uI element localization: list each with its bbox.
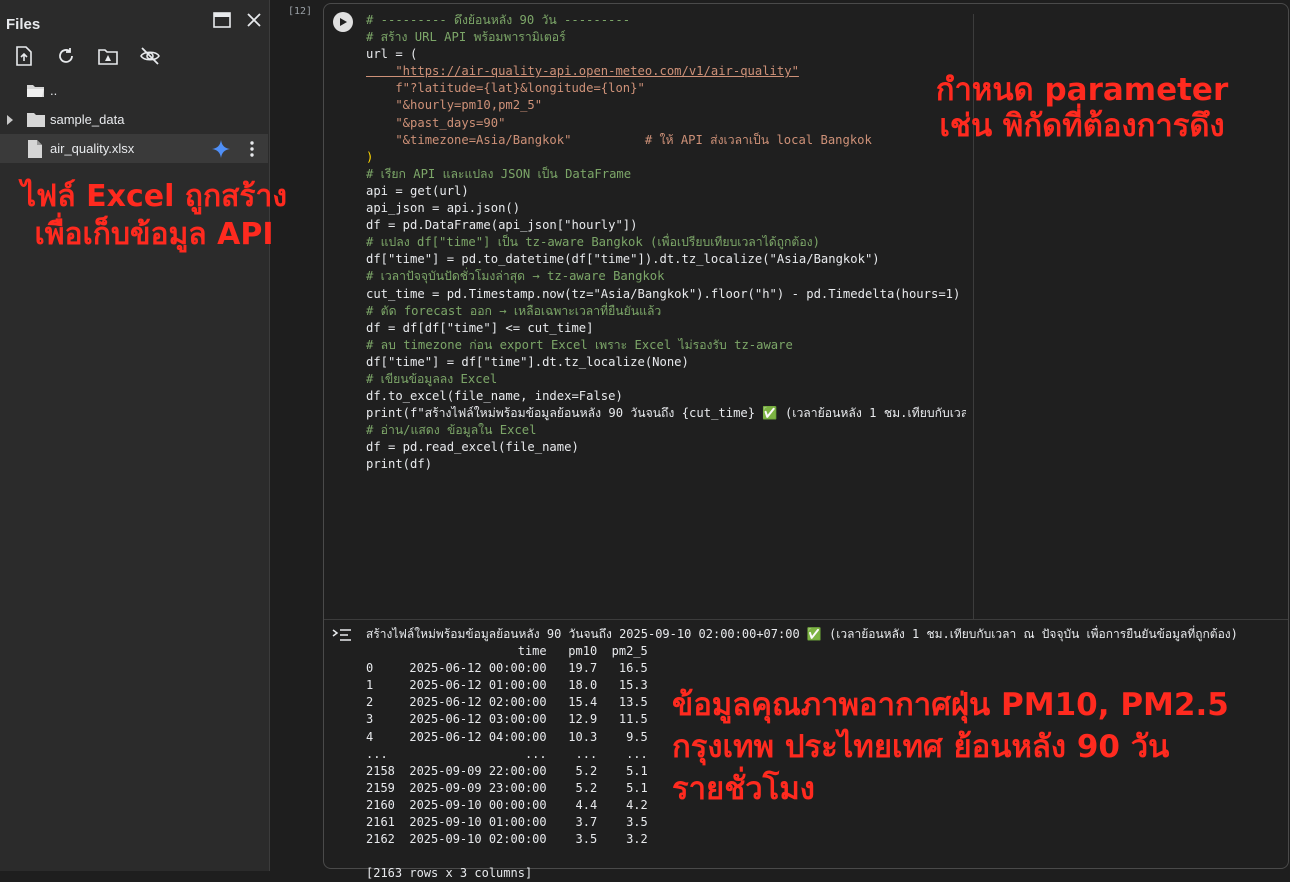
code-line: print(df): [366, 457, 433, 472]
tree-item-parent[interactable]: ..: [0, 76, 268, 105]
code-line: url = (: [366, 47, 418, 62]
annotation-line: เช่น พิกัดที่ต้องการดึง: [939, 108, 1225, 144]
parameter-annotation: กำหนด parameter เช่น พิกัดที่ต้องการดึง: [922, 72, 1242, 144]
file-icon: [28, 139, 42, 158]
code-line: cut_time = pd.Timestamp.now(tz="Asia/Ban…: [366, 286, 961, 301]
annotation-line: รายชั่วโมง: [672, 771, 815, 807]
code-line: # เวลาปัจจุบันปัดชั่วโมงล่าสุด → tz-awar…: [366, 269, 665, 284]
annotation-line: กรุงเทพ ประไทยเทศ ย้อนหลัง 90 วัน: [672, 729, 1170, 765]
tree-item-label: ..: [50, 83, 58, 98]
annotation-line: เพื่อเก็บข้อมูล API: [34, 217, 274, 252]
dataframe-header: time pm10 pm2_5: [366, 644, 648, 659]
code-line: df.to_excel(file_name, index=False): [366, 389, 623, 404]
upload-icon[interactable]: [12, 44, 36, 68]
hide-files-icon[interactable]: [138, 44, 162, 68]
folder-open-icon: [26, 83, 46, 99]
annotation-line: กำหนด parameter: [935, 72, 1229, 108]
code-line: df = df[df["time"] <= cut_time]: [366, 320, 594, 335]
folder-icon: [26, 112, 46, 128]
dataframe-summary: [2163 rows x 3 columns]: [366, 866, 533, 881]
code-line: "https://air-quality-api.open-meteo.com/…: [366, 64, 799, 79]
tree-item-label: sample_data: [50, 112, 125, 127]
file-tree: .. sample_data air_quality.xlsx: [0, 76, 268, 163]
code-line: # เขียนข้อมูลลง Excel: [366, 371, 498, 386]
code-line: # แปลง df["time"] เป็น tz-aware Bangkok …: [366, 235, 820, 250]
code-line: api_json = api.json(): [366, 201, 521, 216]
gemini-sparkle-icon[interactable]: [212, 139, 230, 158]
upload-drive-icon[interactable]: [96, 44, 120, 68]
output-annotation: ข้อมูลคุณภาพอากาศฝุ่น PM10, PM2.5 กรุงเท…: [672, 684, 1229, 810]
close-icon[interactable]: [244, 10, 264, 30]
new-window-icon[interactable]: [212, 10, 232, 30]
output-message: สร้างไฟล์ใหม่พร้อมข้อมูลย้อนหลัง 90 วันจ…: [366, 627, 1238, 641]
execution-count: [12]: [288, 6, 313, 17]
code-line: f"?latitude={lat}&longitude={lon}": [366, 81, 645, 96]
code-line: df["time"] = pd.to_datetime(df["time"]).…: [366, 252, 880, 267]
code-line: df = pd.DataFrame(api_json["hourly"]): [366, 218, 638, 233]
output-separator: [324, 619, 1288, 620]
annotation-line: ข้อมูลคุณภาพอากาศฝุ่น PM10, PM2.5: [672, 687, 1229, 723]
code-line: api = get(url): [366, 183, 469, 198]
code-line: # สร้าง URL API พร้อมพารามิเตอร์: [366, 30, 566, 45]
tree-item-air-quality-xlsx[interactable]: air_quality.xlsx: [0, 134, 268, 163]
code-line: # ตัด forecast ออก → เหลือเฉพาะเวลาที่ยื…: [366, 303, 662, 318]
file-toolbar: [12, 44, 162, 68]
run-cell-button[interactable]: [333, 12, 353, 32]
code-line: # อ่าน/แสดง ข้อมูลใน Excel: [366, 423, 537, 438]
code-line: print(f"สร้างไฟล์ใหม่พร้อมข้อมูลย้อนหลัง…: [366, 406, 966, 421]
code-line: df = pd.read_excel(file_name): [366, 440, 579, 455]
more-options-icon[interactable]: [250, 140, 254, 157]
code-editor[interactable]: # --------- ดึงย้อนหลัง 90 วัน ---------…: [366, 12, 966, 474]
refresh-icon[interactable]: [54, 44, 78, 68]
sidebar-annotation: ไฟล์ Excel ถูกสร้าง เพื่อเก็บข้อมูล API: [14, 178, 294, 254]
dataframe-row: 2161 2025-09-10 01:00:00 3.7 3.5: [366, 815, 648, 830]
tree-item-label: air_quality.xlsx: [50, 141, 135, 156]
code-line: # ลบ timezone ก่อน export Excel เพราะ Ex…: [366, 337, 793, 352]
panel-title: Files: [6, 16, 41, 33]
dataframe-row: 0 2025-06-12 00:00:00 19.7 16.5: [366, 661, 648, 676]
tree-item-sample-data[interactable]: sample_data: [0, 105, 268, 134]
code-line: df["time"] = df["time"].dt.tz_localize(N…: [366, 354, 689, 369]
code-line: ): [366, 149, 374, 164]
code-line: # --------- ดึงย้อนหลัง 90 วัน ---------: [366, 13, 631, 27]
chevron-right-icon[interactable]: [6, 114, 16, 125]
code-line: "&hourly=pm10,pm2_5": [366, 98, 543, 113]
output-actions-icon[interactable]: [332, 626, 352, 644]
annotation-line: ไฟล์ Excel ถูกสร้าง: [20, 179, 288, 214]
file-browser-panel: Files .. sample_data air_quality.xlsx: [0, 0, 270, 871]
play-icon: [340, 18, 347, 26]
code-line: "&past_days=90": [366, 115, 506, 130]
code-line: # เรียก API และแปลง JSON เป็น DataFrame: [366, 166, 632, 181]
dataframe-row: 2162 2025-09-10 02:00:00 3.5 3.2: [366, 832, 648, 847]
code-line: "&timezone=Asia/Bangkok" # ให้ API ส่งเว…: [366, 132, 872, 147]
